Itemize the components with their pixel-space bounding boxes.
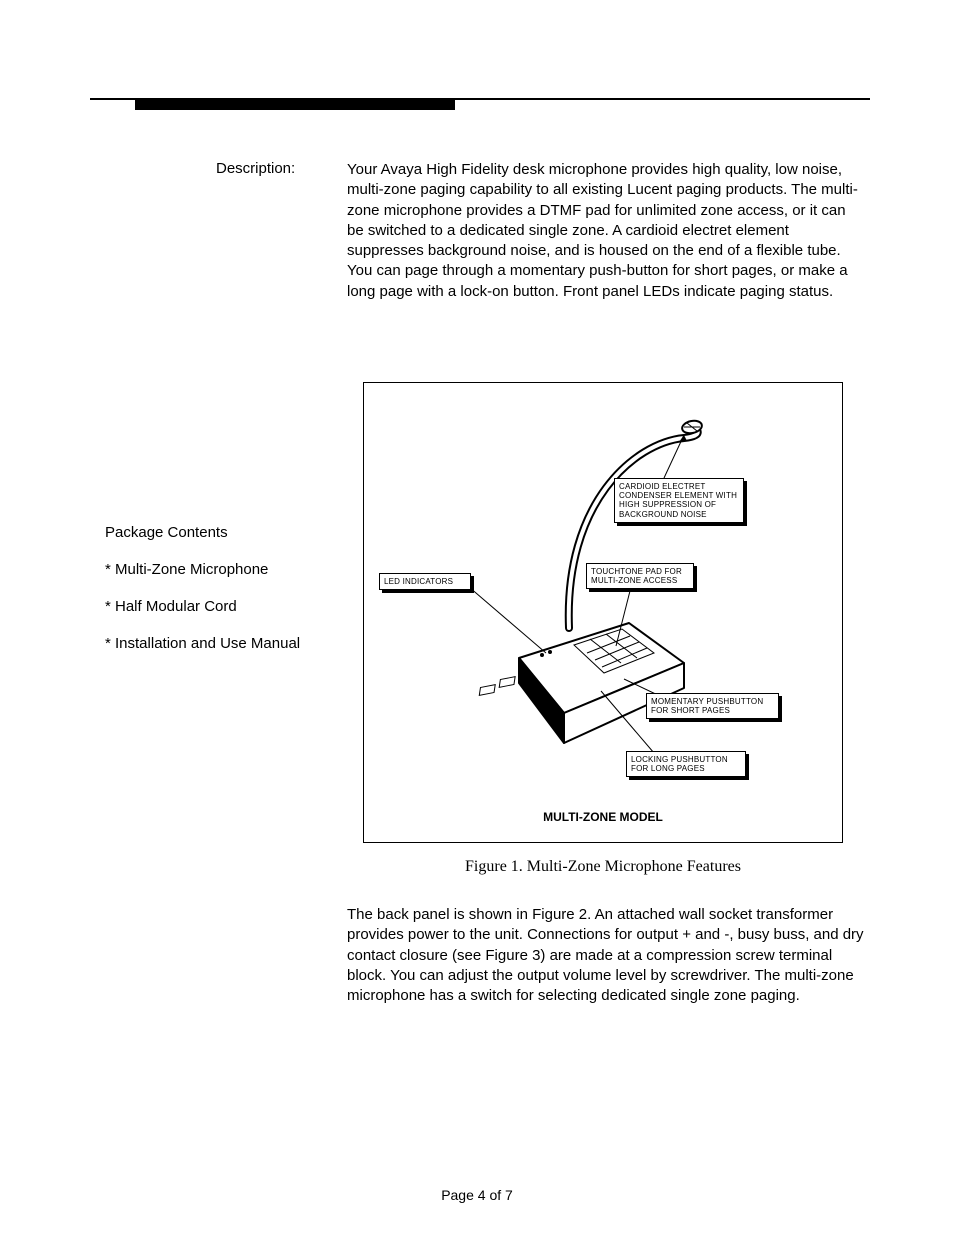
package-item: * Multi-Zone Microphone [105,561,268,578]
description-label: Description: [216,160,295,177]
figure-1: CARDIOID ELECTRET CONDENSER ELEMENT WITH… [363,382,843,843]
package-item: * Installation and Use Manual [105,635,300,652]
figure-caption: Figure 1. Multi-Zone Microphone Features [363,858,843,876]
package-contents-heading: Package Contents [105,524,228,541]
figure-caption-text: Multi-Zone Microphone Features [523,858,741,875]
figure-caption-prefix: Figure 1. [465,858,523,875]
callout-locking: LOCKING PUSHBUTTON FOR LONG PAGES [626,751,746,777]
paragraph-2: The back panel is shown in Figure 2. An … [347,905,867,1006]
callout-led: LED INDICATORS [379,573,471,590]
callout-momentary: MOMENTARY PUSHBUTTON FOR SHORT PAGES [646,693,779,719]
microphone-illustration [364,383,844,844]
callout-touchtone: TOUCHTONE PAD FOR MULTI-ZONE ACCESS [586,563,694,589]
page-footer: Page 4 of 7 [0,1187,954,1203]
description-body: Your Avaya High Fidelity desk microphone… [347,160,862,302]
horizontal-rule-thick [135,100,455,110]
callout-cardioid: CARDIOID ELECTRET CONDENSER ELEMENT WITH… [614,478,744,523]
package-item: * Half Modular Cord [105,598,237,615]
figure-model-label: MULTI-ZONE MODEL [364,810,842,824]
